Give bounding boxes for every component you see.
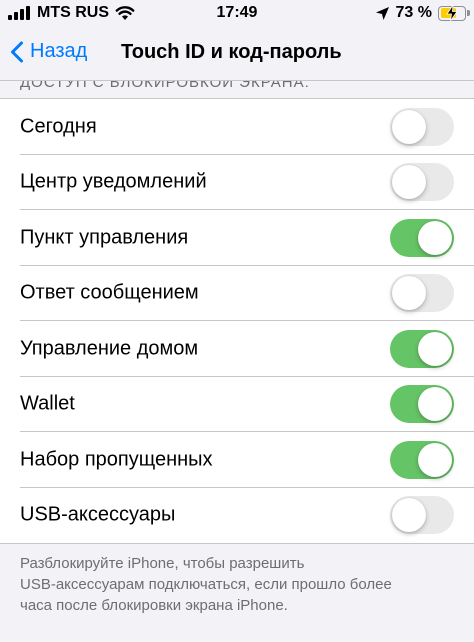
back-button[interactable]: Назад <box>10 40 87 63</box>
toggle-knob <box>418 220 452 255</box>
toggle-row: Ответ сообщением <box>0 266 474 321</box>
battery-percent: 73 % <box>395 4 432 21</box>
row-label: Управление домом <box>20 337 199 360</box>
toggle-knob <box>418 331 452 366</box>
settings-list: Сегодня Центр уведомлений Пункт управления… <box>0 98 474 544</box>
toggle-row: Пункт управления <box>0 210 474 266</box>
toggle-row: USB-аксессуары <box>0 488 474 544</box>
toggle-switch[interactable] <box>390 274 454 313</box>
toggle-row: Управление домом <box>0 321 474 377</box>
row-label: Ответ сообщением <box>20 281 199 304</box>
toggle-knob <box>392 109 426 144</box>
toggle-switch[interactable] <box>390 107 454 146</box>
toggle-switch[interactable] <box>390 163 454 202</box>
row-label: Wallet <box>20 392 75 415</box>
toggle-row: Центр уведомлений <box>0 155 474 210</box>
toggle-row: Набор пропущенных <box>0 432 474 488</box>
charging-icon <box>446 4 458 21</box>
toggle-row: Сегодня <box>0 99 474 155</box>
page-title: Touch ID и код-пароль <box>121 41 342 63</box>
toggle-knob <box>392 498 426 533</box>
toggle-switch[interactable] <box>390 385 454 424</box>
status-right: 73 % <box>375 4 470 22</box>
row-label: USB-аксессуары <box>20 503 176 526</box>
row-label: Сегодня <box>20 115 97 138</box>
footer-note: Разблокируйте iPhone, чтобы разрешить US… <box>20 555 392 614</box>
settings-screen: ДОСТУП С БЛОКИРОВКОЙ ЭКРАНА: MTS RUS 17:… <box>0 0 474 642</box>
row-label: Пункт управления <box>20 226 189 249</box>
nav-divider <box>0 80 474 81</box>
toggle-row: Wallet <box>0 377 474 432</box>
chevron-left-icon <box>11 41 23 62</box>
battery-icon <box>438 4 470 21</box>
toggle-switch[interactable] <box>390 218 454 257</box>
toggle-knob <box>392 276 426 311</box>
back-label: Назад <box>30 40 88 62</box>
navigation-bar: Назад Touch ID и код-пароль <box>0 28 474 80</box>
row-label: Набор пропущенных <box>20 448 213 471</box>
location-icon <box>375 6 389 20</box>
toggle-switch[interactable] <box>390 440 454 479</box>
toggle-switch[interactable] <box>390 329 454 368</box>
toggle-knob <box>418 442 452 477</box>
toggle-knob <box>418 387 452 422</box>
toggle-switch[interactable] <box>390 496 454 535</box>
toggle-knob <box>392 165 426 200</box>
row-label: Центр уведомлений <box>20 170 207 193</box>
status-bar: MTS RUS 17:49 73 % <box>0 0 474 28</box>
